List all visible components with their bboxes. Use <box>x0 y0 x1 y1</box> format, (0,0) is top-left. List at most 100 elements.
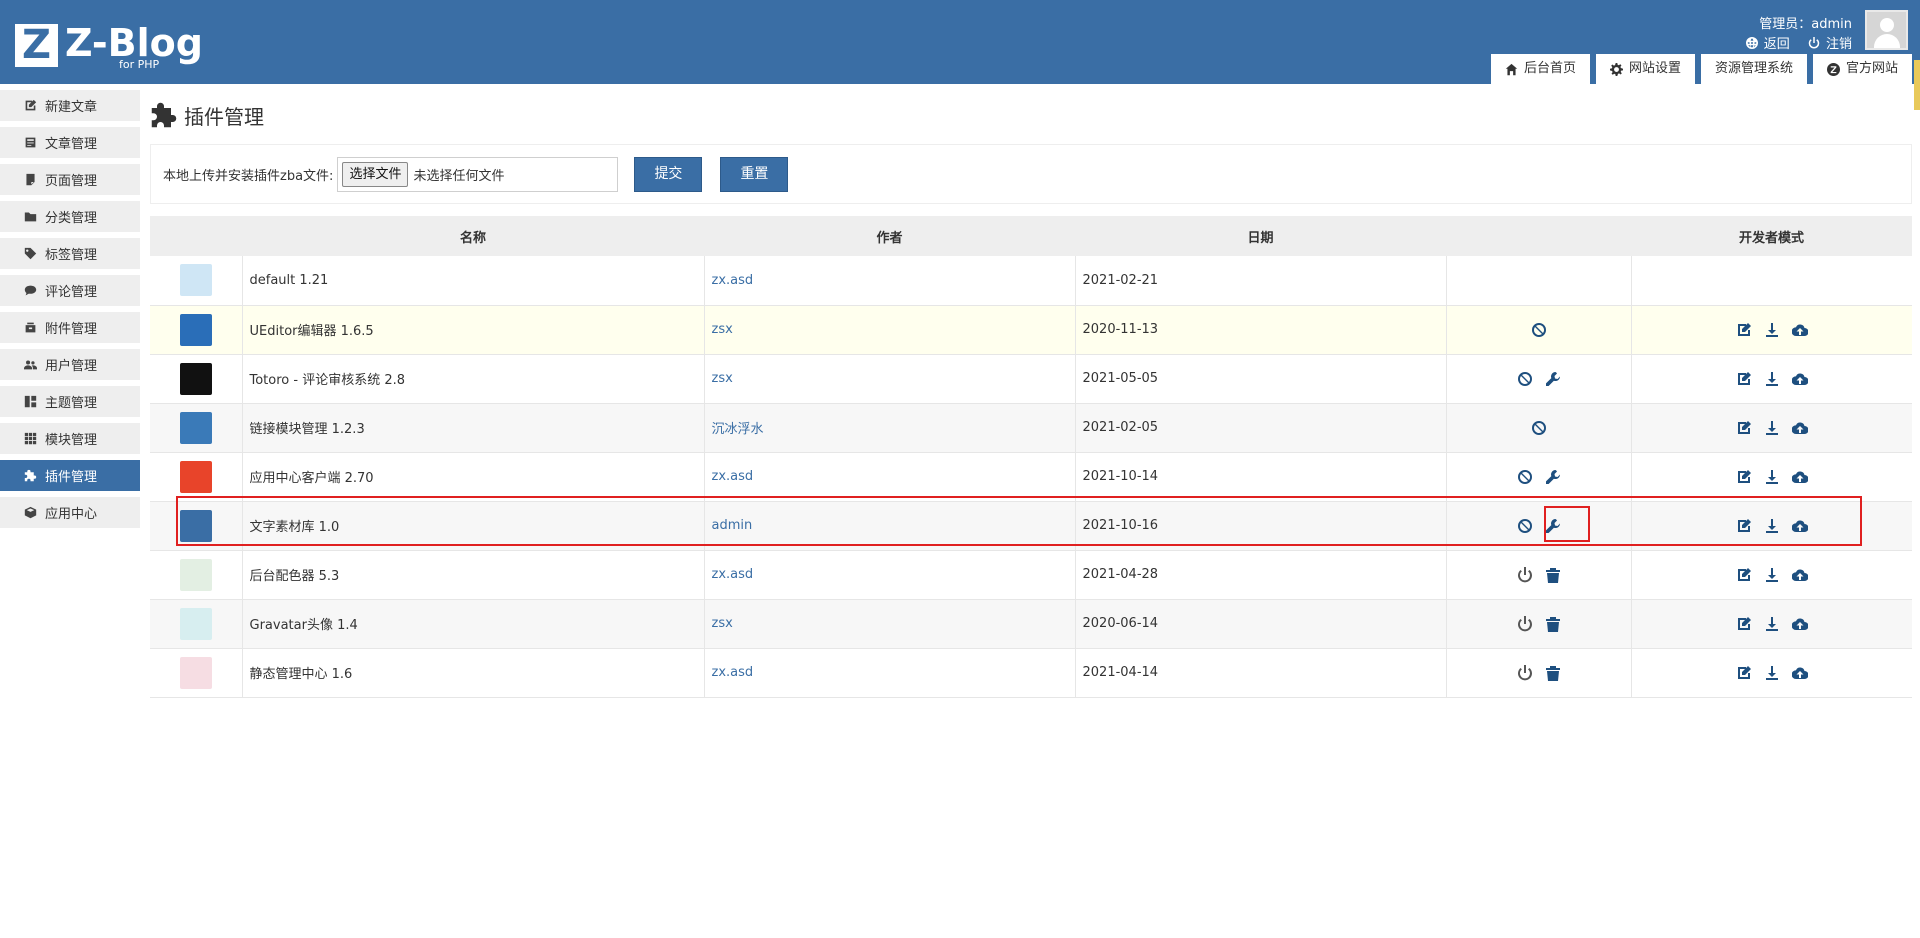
edit-icon[interactable] <box>1736 469 1752 485</box>
trash-icon[interactable] <box>1545 665 1561 681</box>
cloud-upload-icon[interactable] <box>1791 518 1809 534</box>
edit-icon[interactable] <box>1736 322 1752 338</box>
plugin-author-link[interactable]: zsx <box>704 354 1076 404</box>
header-dev-mode: 开发者模式 <box>1631 216 1912 256</box>
sidebar-item-comments[interactable]: 评论管理 <box>0 275 140 306</box>
download-icon[interactable] <box>1764 518 1780 534</box>
cloud-upload-icon[interactable] <box>1791 567 1809 583</box>
cloud-upload-icon[interactable] <box>1791 322 1809 338</box>
zblog-icon <box>1826 62 1840 76</box>
article-icon <box>25 137 36 148</box>
tab-official-site[interactable]: 官方网站 <box>1812 54 1912 84</box>
cloud-upload-icon[interactable] <box>1791 371 1809 387</box>
avatar[interactable] <box>1865 10 1908 50</box>
cloud-upload-icon[interactable] <box>1791 420 1809 436</box>
plugin-actions <box>1446 305 1632 355</box>
sidebar-item-new-article[interactable]: 新建文章 <box>0 90 140 121</box>
plugin-author-link[interactable]: 沉冰浮水 <box>704 403 1076 453</box>
submit-button[interactable]: 提交 <box>634 156 703 192</box>
wrench-icon[interactable] <box>1545 469 1561 485</box>
sidebar-item-articles[interactable]: 文章管理 <box>0 127 140 158</box>
disable-icon[interactable] <box>1531 322 1547 338</box>
tab-resource-manager[interactable]: 资源管理系统 <box>1700 54 1807 84</box>
trash-icon[interactable] <box>1545 567 1561 583</box>
zblog-logo[interactable]: Z Z-Blog for PHP <box>15 21 203 74</box>
download-icon[interactable] <box>1764 469 1780 485</box>
dev-mode-actions <box>1631 305 1912 355</box>
plugin-author-link[interactable]: zsx <box>704 305 1076 355</box>
download-icon[interactable] <box>1764 616 1780 632</box>
sidebar-item-categories[interactable]: 分类管理 <box>0 201 140 232</box>
edit-icon[interactable] <box>1736 665 1752 681</box>
tab-dashboard-label: 后台首页 <box>1523 61 1576 76</box>
sidebar-item-pages[interactable]: 页面管理 <box>0 164 140 195</box>
sidebar-item-plugins[interactable]: 插件管理 <box>0 460 140 491</box>
disable-icon[interactable] <box>1517 371 1533 387</box>
plugin-author-link[interactable]: zx.asd <box>704 648 1076 698</box>
sidebar-item-modules[interactable]: 模块管理 <box>0 423 140 454</box>
plugin-logo-icon <box>179 264 212 297</box>
cloud-upload-icon[interactable] <box>1791 469 1809 485</box>
home-icon <box>1505 63 1518 75</box>
plugin-name: 后台配色器 5.3 <box>242 550 705 600</box>
table-row: Gravatar头像 1.4 zsx 2020-06-14 <box>150 599 1912 649</box>
wrench-icon[interactable] <box>1545 518 1561 534</box>
tab-site-settings[interactable]: 网站设置 <box>1595 54 1695 84</box>
trash-icon[interactable] <box>1545 616 1561 632</box>
power-icon[interactable] <box>1517 615 1533 632</box>
plugin-author-link[interactable]: zx.asd <box>704 452 1076 502</box>
sidebar-item-label: 分类管理 <box>45 211 98 226</box>
edit-icon[interactable] <box>1736 567 1752 583</box>
download-icon[interactable] <box>1764 420 1780 436</box>
plugin-date: 2021-10-14 <box>1075 452 1447 502</box>
disable-icon[interactable] <box>1531 420 1547 436</box>
sidebar-item-label: 文章管理 <box>45 137 98 152</box>
plugin-actions <box>1446 550 1632 600</box>
disable-icon[interactable] <box>1517 469 1533 485</box>
sidebar-item-themes[interactable]: 主题管理 <box>0 386 140 417</box>
table-row: 静态管理中心 1.6 zx.asd 2021-04-14 <box>150 648 1912 698</box>
edit-icon[interactable] <box>1736 616 1752 632</box>
download-icon[interactable] <box>1764 665 1780 681</box>
top-tabs: 后台首页 网站设置 资源管理系统 官方网站 <box>1490 54 1912 84</box>
disable-icon[interactable] <box>1517 518 1533 534</box>
reset-button[interactable]: 重置 <box>720 156 789 192</box>
sidebar-item-users[interactable]: 用户管理 <box>0 349 140 380</box>
cloud-upload-icon[interactable] <box>1791 665 1809 681</box>
edit-icon[interactable] <box>1736 420 1752 436</box>
logout-link[interactable]: 注销 <box>1808 37 1852 52</box>
plugin-icon-cell <box>150 305 243 355</box>
download-icon[interactable] <box>1764 322 1780 338</box>
dev-mode-actions <box>1631 648 1912 698</box>
wrench-icon[interactable] <box>1545 371 1561 387</box>
sidebar-item-app-center[interactable]: 应用中心 <box>0 497 140 528</box>
sidebar-item-label: 页面管理 <box>45 174 98 189</box>
sidebar-item-tags[interactable]: 标签管理 <box>0 238 140 269</box>
choose-file-button[interactable]: 选择文件 <box>342 161 409 187</box>
plugin-date: 2020-06-14 <box>1075 599 1447 649</box>
table-row: Totoro - 评论审核系统 2.8 zsx 2021-05-05 <box>150 354 1912 404</box>
plugin-actions <box>1446 403 1632 453</box>
plugin-name: default 1.21 <box>242 256 705 306</box>
app-center-icon <box>24 506 37 519</box>
power-icon[interactable] <box>1517 664 1533 681</box>
tab-dashboard[interactable]: 后台首页 <box>1490 54 1590 84</box>
download-icon[interactable] <box>1764 567 1780 583</box>
edit-icon[interactable] <box>1736 518 1752 534</box>
plugin-date: 2021-02-05 <box>1075 403 1447 453</box>
plugin-author-link[interactable]: admin <box>704 501 1076 551</box>
edit-icon[interactable] <box>1736 371 1752 387</box>
upload-form: 本地上传并安装插件zba文件: 选择文件 未选择任何文件 提交 重置 <box>150 144 1912 204</box>
back-link[interactable]: 返回 <box>1745 37 1794 52</box>
file-input[interactable]: 选择文件 未选择任何文件 <box>337 156 619 192</box>
plugin-author-link[interactable]: zx.asd <box>704 256 1076 306</box>
plugin-author-link[interactable]: zx.asd <box>704 550 1076 600</box>
plugin-date: 2020-11-13 <box>1075 305 1447 355</box>
plugin-icon-cell <box>150 648 243 698</box>
power-icon[interactable] <box>1517 566 1533 583</box>
plugin-author-link[interactable]: zsx <box>704 599 1076 649</box>
download-icon[interactable] <box>1764 371 1780 387</box>
cloud-upload-icon[interactable] <box>1791 616 1809 632</box>
sidebar-item-attachments[interactable]: 附件管理 <box>0 312 140 343</box>
dev-mode-actions <box>1631 501 1912 551</box>
